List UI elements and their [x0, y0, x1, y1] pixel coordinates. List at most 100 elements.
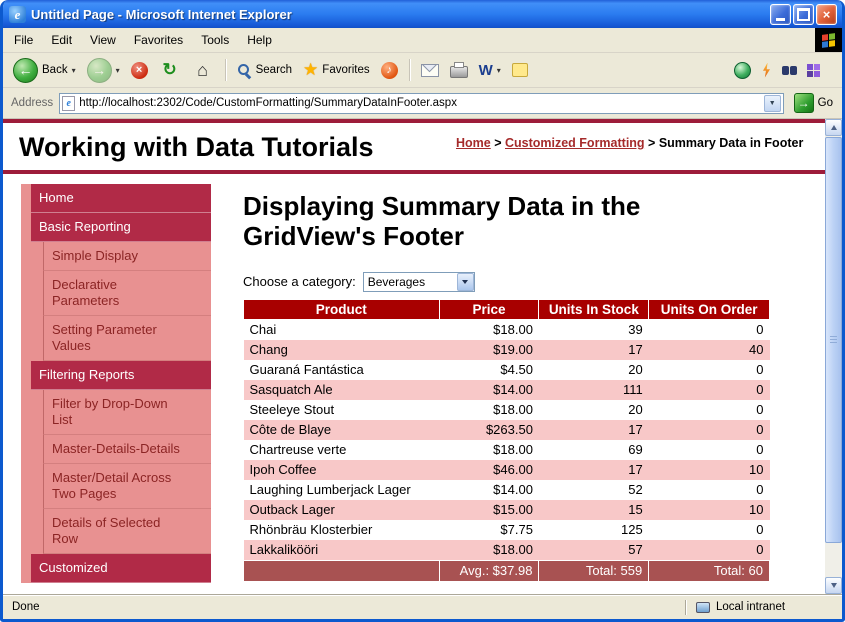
search-label: Search: [256, 64, 292, 76]
sidebar-item[interactable]: Simple Display: [43, 242, 211, 271]
table-cell: 57: [539, 540, 649, 561]
address-dropdown-button[interactable]: ▼: [764, 95, 781, 112]
column-header: Units On Order: [649, 299, 770, 319]
table-cell: 125: [539, 520, 649, 540]
footer-cell: [244, 560, 440, 581]
select-dropdown-arrow-icon[interactable]: [457, 273, 474, 291]
table-row: Outback Lager$15.001510: [244, 500, 770, 520]
favorites-button[interactable]: ★ Favorites: [299, 58, 374, 82]
binoculars-icon[interactable]: [782, 66, 797, 75]
sidebar-item[interactable]: Master/Detail Across Two Pages: [43, 464, 211, 509]
favorites-label: Favorites: [322, 64, 369, 76]
grid-icon[interactable]: [807, 64, 820, 77]
column-header: Price: [439, 299, 539, 319]
print-button[interactable]: [446, 60, 472, 80]
go-button[interactable]: → Go: [790, 93, 837, 113]
minimize-button[interactable]: [770, 4, 791, 25]
table-cell: Lakkalikööri: [244, 540, 440, 561]
sidebar-item[interactable]: Filter by Drop-Down List: [43, 390, 211, 435]
table-cell: 10: [649, 500, 770, 520]
vertical-scrollbar[interactable]: [825, 119, 842, 594]
table-row: Chartreuse verte$18.00690: [244, 440, 770, 460]
sidebar-item[interactable]: Master-Details-Details: [43, 435, 211, 464]
scrollbar-track[interactable]: [825, 136, 842, 577]
menu-item-tools[interactable]: Tools: [192, 30, 238, 50]
favorites-star-icon: ★: [303, 60, 318, 80]
home-button[interactable]: ⌂: [188, 57, 218, 83]
menu-item-edit[interactable]: Edit: [42, 30, 81, 50]
menu-item-help[interactable]: Help: [238, 30, 281, 50]
close-icon: ×: [823, 7, 831, 22]
scroll-up-arrow-icon: [831, 125, 837, 130]
breadcrumb-item[interactable]: Customized Formatting: [505, 136, 645, 150]
category-label: Choose a category:: [243, 274, 356, 289]
ie-logo-icon: e: [9, 6, 26, 23]
mail-icon: [421, 64, 439, 77]
table-cell: 0: [649, 440, 770, 460]
lightning-icon[interactable]: [761, 63, 772, 78]
sidebar-item[interactable]: Customized: [31, 554, 211, 583]
table-cell: 17: [539, 460, 649, 480]
printer-icon: [450, 66, 468, 78]
category-select[interactable]: Beverages: [363, 272, 475, 292]
sidebar-item[interactable]: Basic Reporting: [31, 213, 211, 242]
sidebar-item[interactable]: Filtering Reports: [31, 361, 211, 390]
table-cell: Steeleye Stout: [244, 400, 440, 420]
breadcrumb-item[interactable]: Home: [456, 136, 491, 150]
maximize-button[interactable]: [793, 4, 814, 25]
scrollbar-thumb[interactable]: [825, 137, 842, 543]
discuss-button[interactable]: [508, 61, 532, 79]
back-button[interactable]: ← Back ▾: [9, 56, 80, 85]
sidebar-item[interactable]: Details of Selected Row: [43, 509, 211, 554]
address-input[interactable]: e http://localhost:2302/Code/CustomForma…: [59, 93, 783, 114]
table-cell: $18.00: [439, 540, 539, 561]
search-icon: [237, 63, 252, 78]
forward-icon: →: [87, 58, 112, 83]
table-cell: $14.00: [439, 480, 539, 500]
table-row: Steeleye Stout$18.00200: [244, 400, 770, 420]
table-cell: Côte de Blaye: [244, 420, 440, 440]
sidebar-item[interactable]: Home: [31, 184, 211, 213]
toolbar-addons: [734, 62, 820, 79]
products-table: ProductPriceUnits In StockUnits On Order…: [243, 299, 770, 582]
page-body: HomeBasic ReportingSimple DisplayDeclara…: [3, 174, 825, 583]
mail-button[interactable]: [417, 62, 443, 79]
discuss-note-icon: [512, 63, 528, 77]
table-row: Chang$19.001740: [244, 340, 770, 360]
table-cell: Outback Lager: [244, 500, 440, 520]
page-icon: e: [62, 96, 75, 111]
menu-item-favorites[interactable]: Favorites: [125, 30, 192, 50]
menu-bar: FileEditViewFavoritesToolsHelp: [3, 28, 842, 53]
stop-button[interactable]: ×: [127, 60, 152, 81]
table-footer-row: Avg.: $37.98Total: 559Total: 60: [244, 560, 770, 581]
window-controls: ×: [770, 4, 837, 25]
column-header: Product: [244, 299, 440, 319]
refresh-icon: ↻: [162, 60, 176, 80]
globe-icon[interactable]: [734, 62, 751, 79]
table-cell: $4.50: [439, 360, 539, 380]
media-button[interactable]: ♪: [377, 60, 402, 81]
scroll-up-button[interactable]: [825, 119, 842, 136]
table-cell: Laughing Lumberjack Lager: [244, 480, 440, 500]
table-row: Sasquatch Ale$14.001110: [244, 380, 770, 400]
menu-item-file[interactable]: File: [5, 30, 42, 50]
edit-button[interactable]: W ▾: [475, 60, 505, 81]
media-icon: ♪: [381, 62, 398, 79]
sidebar-item[interactable]: Setting Parameter Values: [43, 316, 211, 361]
title-bar[interactable]: e Untitled Page - Microsoft Internet Exp…: [3, 0, 842, 28]
refresh-button[interactable]: ↻: [155, 57, 185, 83]
edit-dropdown-caret-icon: ▾: [497, 66, 501, 75]
search-button[interactable]: Search: [233, 61, 296, 80]
sidebar-item[interactable]: Declarative Parameters: [43, 271, 211, 316]
menu-item-view[interactable]: View: [81, 30, 125, 50]
table-cell: 0: [649, 520, 770, 540]
table-cell: Chartreuse verte: [244, 440, 440, 460]
table-cell: $18.00: [439, 440, 539, 460]
close-button[interactable]: ×: [816, 4, 837, 25]
back-label: Back: [42, 64, 68, 76]
scroll-down-button[interactable]: [825, 577, 842, 594]
breadcrumb-item: Summary Data in Footer: [659, 136, 803, 150]
forward-button[interactable]: → ▾: [83, 56, 124, 85]
table-cell: Sasquatch Ale: [244, 380, 440, 400]
scroll-down-arrow-icon: [831, 583, 837, 588]
